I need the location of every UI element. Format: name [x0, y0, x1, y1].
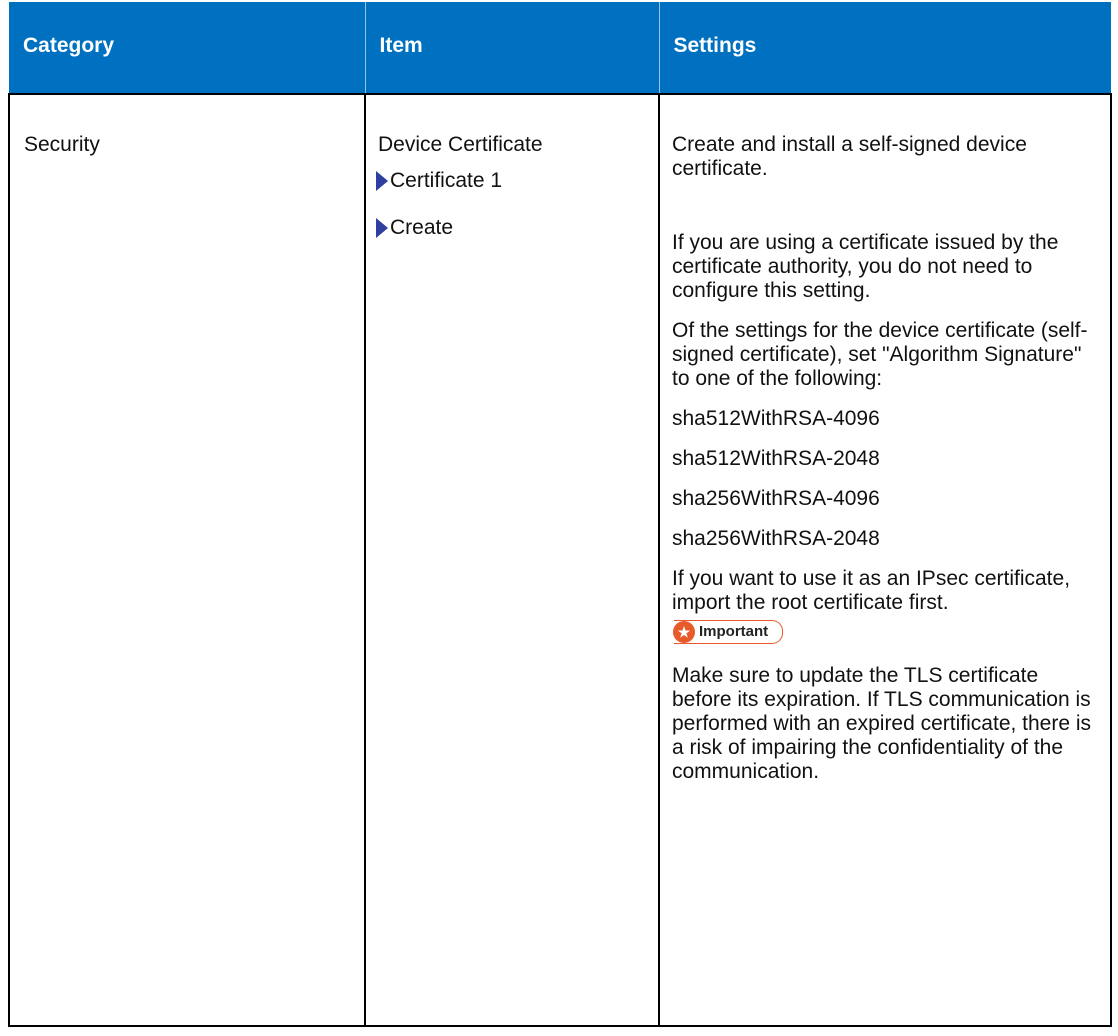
right-triangle-icon — [376, 171, 388, 191]
settings-paragraph-3: Of the settings for the device certifica… — [672, 319, 1088, 390]
settings-paragraph-2: If you are using a certificate issued by… — [672, 231, 1059, 302]
algorithm-option: sha256WithRSA-4096 — [672, 487, 880, 510]
menu-step-label: Certificate 1 — [390, 169, 503, 192]
settings-paragraph-5: Make sure to update the TLS certificate … — [672, 664, 1092, 783]
right-triangle-icon — [376, 218, 388, 238]
settings-cell: Create and install a self-signed device … — [658, 93, 1112, 1027]
algorithm-option: sha256WithRSA-2048 — [672, 527, 880, 550]
star-icon: ★ — [673, 621, 695, 643]
item-cell: Device Certificate Certificate 1 Create — [364, 93, 660, 1027]
header-row: Category Item Settings — [9, 2, 1111, 94]
settings-table: Category Item Settings Security Device C… — [8, 2, 1112, 1027]
settings-paragraph-4: If you want to use it as an IPsec certif… — [672, 567, 1071, 614]
algorithm-option: sha512WithRSA-2048 — [672, 447, 880, 470]
menu-step-create: Create — [376, 216, 646, 240]
header-category: Category — [9, 2, 365, 94]
settings-paragraph-1: Create and install a self-signed device … — [672, 133, 1027, 180]
menu-step-certificate-1: Certificate 1 — [376, 169, 646, 193]
header-settings: Settings — [658, 2, 1111, 94]
important-label: Important — [699, 623, 769, 640]
table-row: Security Device Certificate Certificate … — [8, 93, 1112, 1027]
category-text: Security — [24, 133, 100, 156]
item-title: Device Certificate — [378, 133, 543, 156]
menu-step-label: Create — [390, 216, 454, 239]
header-item: Item — [364, 2, 659, 94]
category-cell: Security — [8, 93, 366, 1027]
algorithm-option: sha512WithRSA-4096 — [672, 407, 880, 430]
important-badge: ★ Important — [673, 620, 784, 644]
